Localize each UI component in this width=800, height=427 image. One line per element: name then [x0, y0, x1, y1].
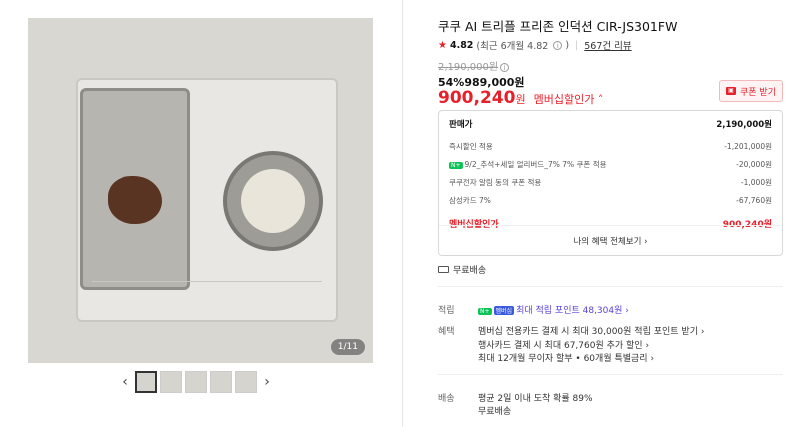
naver-plus-icon: N+	[478, 308, 492, 315]
breakdown-row: 삼성카드 7% -67,760원	[449, 195, 772, 205]
delivery-line: 무료배송	[478, 407, 512, 417]
coupon-button[interactable]: ▣ 쿠폰 받기	[719, 80, 783, 102]
breakdown-head-value: 2,190,000원	[716, 120, 772, 130]
coupon-icon: ▣	[726, 87, 736, 95]
shipping-row: 무료배송	[438, 263, 486, 276]
breakdown-head-label: 판매가	[449, 120, 473, 130]
benefit-line[interactable]: 멤버십 전용카드 결제 시 최대 30,000원 적립 포인트 받기 ›	[478, 324, 704, 337]
star-icon: ★	[438, 39, 447, 51]
thumbnail-1[interactable]	[135, 371, 157, 393]
rating-value: 4.82	[449, 39, 474, 51]
membership-price[interactable]: 900,240원 멤버십할인가 ˄	[438, 88, 603, 108]
rating-detail-close: )	[565, 39, 570, 51]
naver-badge-icon: N+	[449, 161, 463, 169]
points-value[interactable]: N+ 멤버십 최대 적립 포인트 48,304원 ›	[478, 303, 629, 316]
benefit-line[interactable]: 최대 12개월 무이자 할부 • 60개월 특별금리 ›	[478, 351, 654, 364]
column-divider	[402, 0, 403, 427]
section-divider	[438, 286, 783, 287]
shipping-label: 무료배송	[453, 266, 487, 276]
review-count-link[interactable]: 567건 리뷰	[584, 38, 631, 52]
breakdown-row: N+ 9/2_추석+세일 얼리버드_7% 7% 쿠폰 적용 -20,000원	[449, 159, 772, 169]
truck-icon	[438, 266, 449, 273]
product-main-image[interactable]: 1/11	[28, 18, 373, 363]
membership-price-unit: 원	[515, 93, 526, 106]
membership-badge-icon: 멤버십	[493, 306, 515, 315]
breakdown-row: 즉시할인 적용 -1,201,000원	[449, 141, 772, 151]
membership-price-label: 멤버십할인가 ˄	[533, 93, 604, 106]
rating-row: ★ 4.82 (최근 6개월 4.82 i) | 567건 리뷰	[438, 38, 632, 53]
original-price: 2,190,000원 i	[438, 58, 510, 73]
delivery-line: 평균 2일 이내 도착 확률 89%	[478, 394, 593, 404]
thumbnail-strip: ‹ ›	[118, 371, 288, 393]
coupon-label: 쿠폰 받기	[740, 87, 776, 98]
breakdown-head: 판매가 2,190,000원	[449, 111, 772, 137]
info-icon[interactable]: i	[553, 40, 563, 50]
view-all-benefits-link[interactable]: 나의 혜택 전체보기 ›	[439, 225, 782, 255]
thumbnail-4[interactable]	[210, 371, 232, 393]
breakdown-row: 쿠쿠전자 알림 동의 쿠폰 적용 -1,000원	[449, 177, 772, 187]
product-page: 1/11 ‹ › 쿠쿠 AI 트리플 프리존 인덕션 CIR-JS301FW ★…	[0, 0, 800, 427]
price-breakdown-box: 판매가 2,190,000원 즉시할인 적용 -1,201,000원 N+ 9/2…	[438, 110, 783, 256]
prev-image-arrow-icon[interactable]: ‹	[118, 374, 132, 390]
image-counter: 1/11	[330, 339, 365, 355]
next-image-arrow-icon[interactable]: ›	[260, 374, 274, 390]
benefit-line[interactable]: 행사카드 결제 시 최대 67,760원 추가 할인 ›	[478, 338, 649, 351]
benefits-label: 혜택	[438, 327, 455, 337]
thumbnail-2[interactable]	[160, 371, 182, 393]
delivery-label: 배송	[438, 394, 455, 404]
cooktop-controls-image	[92, 281, 322, 301]
steak-image	[108, 176, 162, 224]
membership-price-number: 900,240	[438, 88, 516, 108]
divider: |	[575, 39, 579, 51]
thumbnail-5[interactable]	[235, 371, 257, 393]
points-label: 적립	[438, 306, 455, 316]
product-title: 쿠쿠 AI 트리플 프리존 인덕션 CIR-JS301FW	[438, 19, 678, 34]
info-icon[interactable]: i	[500, 62, 510, 72]
pot-image	[223, 151, 323, 251]
rating-detail: (최근 6개월 4.82	[476, 41, 549, 52]
section-divider	[438, 374, 783, 375]
thumbnail-3[interactable]	[185, 371, 207, 393]
